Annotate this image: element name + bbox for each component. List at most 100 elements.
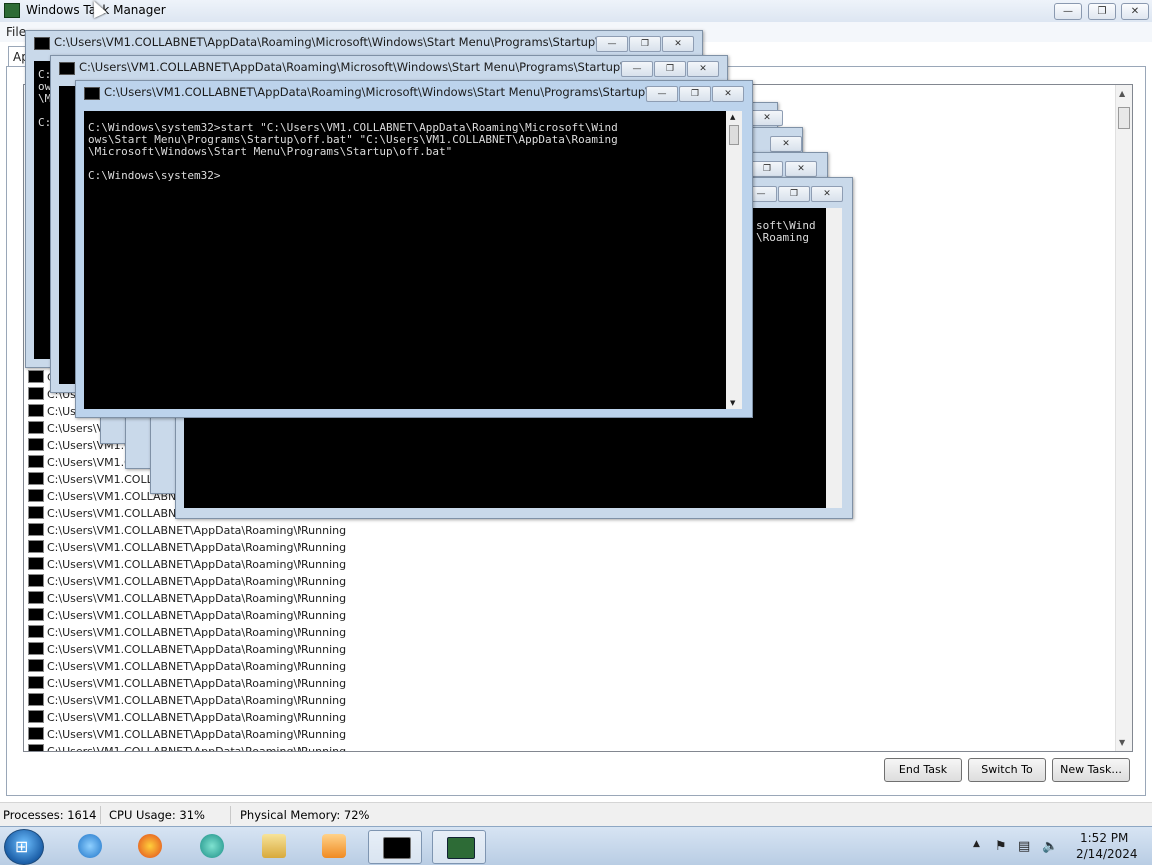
maximize-icon[interactable]: ❐ (778, 186, 810, 202)
end-task-button[interactable]: End Task (884, 758, 962, 782)
task-name: C:\Users\VM1.COLLABNET\AppData\Roaming\M… (47, 557, 301, 571)
console-icon (28, 522, 44, 536)
table-row[interactable]: C:\Users\VM1.COLLABNET\AppData\Roaming\M… (28, 708, 358, 725)
close-icon[interactable]: ✕ (770, 136, 802, 152)
close-icon[interactable]: ✕ (662, 36, 694, 52)
table-row[interactable]: C:\Users\VM1.COLLABNET\AppData\Roaming\M… (28, 657, 358, 674)
media-player-icon (322, 834, 346, 858)
console-icon (34, 37, 50, 50)
close-button[interactable]: ✕ (1121, 3, 1149, 20)
task-name: C:\Users\VM1.COLLABNET\AppData\Roaming\M… (47, 676, 301, 690)
task-status: Running (301, 710, 347, 724)
console-window-active[interactable]: C:\Users\VM1.COLLABNET\AppData\Roaming\M… (75, 80, 753, 418)
physical-memory: Physical Memory: 72% (240, 808, 370, 822)
task-name: C:\Users\VM1.COLLABNET\AppData\Roaming\M… (47, 625, 301, 639)
media-player-button[interactable] (308, 830, 360, 862)
console-icon (28, 658, 44, 672)
table-row[interactable]: C:\Users\VM1.COLLABNET\AppData\Roaming\M… (28, 606, 358, 623)
console-icon (84, 87, 100, 100)
new-task-button[interactable]: New Task... (1052, 758, 1130, 782)
table-row[interactable]: C:\Users\VM1.COLLABNET\AppData\Roaming\M… (28, 691, 358, 708)
task-name: C:\Users\VM1.COLLABNET\AppData\Roaming\M… (47, 744, 301, 752)
taskbar: ⊞ ▲ ⚑ ▤ 🔈 1:52 PM 2/14/2024 (0, 826, 1152, 865)
task-status: Running (301, 659, 347, 673)
task-name: C:\Users\VM1.COLLABNET\AppData\Roaming\M… (47, 693, 301, 707)
task-status: Running (301, 523, 347, 537)
maximize-icon[interactable]: ❐ (751, 161, 783, 177)
close-icon[interactable]: ✕ (811, 186, 843, 202)
console-icon (28, 454, 44, 468)
table-row[interactable]: C:\Users\VM1.COLLABNET\AppData\Roaming\M… (28, 521, 358, 538)
maximize-icon[interactable]: ❐ (629, 36, 661, 52)
table-row[interactable]: C:\Users\VM1.COLLABNET\AppData\Roaming\M… (28, 555, 358, 572)
maximize-button[interactable]: ❐ (1088, 3, 1116, 20)
processes-count: Processes: 1614 (3, 808, 97, 822)
close-icon[interactable]: ✕ (712, 86, 744, 102)
table-row[interactable]: C:\Users\VM1.COLLABNET\AppData\Roaming\M… (28, 538, 358, 555)
console-icon (28, 641, 44, 655)
console-icon (28, 420, 44, 434)
scroll-down-icon[interactable]: ▼ (730, 399, 735, 407)
console-icon (28, 624, 44, 638)
app-button[interactable] (186, 830, 238, 862)
maximize-icon[interactable]: ❐ (679, 86, 711, 102)
console-icon (28, 556, 44, 570)
table-row[interactable]: C:\Users\VM1.COLLABNET\AppData\Roaming\M… (28, 742, 358, 752)
table-row[interactable]: C:\Users\VM1.COLLABNET\AppData\Roaming\M… (28, 589, 358, 606)
console-body[interactable]: C:\Windows\system32>start "C:\Users\VM1.… (84, 111, 726, 409)
menu-file[interactable]: File (6, 25, 26, 39)
console-icon (59, 62, 75, 75)
console-scrollbar[interactable]: ▲ ▼ (726, 111, 742, 409)
minimize-icon[interactable]: — (621, 61, 653, 77)
table-row[interactable]: C:\Users\VM1.COLLABNET\AppData\Roaming\M… (28, 623, 358, 640)
minimize-button[interactable]: — (1054, 3, 1082, 20)
clock-time[interactable]: 1:52 PM (1080, 831, 1128, 845)
console-icon (28, 726, 44, 740)
table-row[interactable]: C:\Users\VM1.COLLABNET\AppData\Roaming\M… (28, 725, 358, 742)
volume-muted-icon[interactable]: 🔈 (1042, 839, 1058, 854)
console-window-title: C:\Users\VM1.COLLABNET\AppData\Roaming\M… (104, 85, 661, 99)
task-manager-titlebar[interactable]: Windows Task Manager — ❐ ✕ (0, 0, 1152, 22)
minimize-icon[interactable]: — (646, 86, 678, 102)
close-icon[interactable]: ✕ (785, 161, 817, 177)
console-output: C:\Windows\system32>start "C:\Users\VM1.… (88, 121, 618, 182)
task-status: Running (301, 591, 347, 605)
scroll-down-icon[interactable]: ▼ (1119, 738, 1125, 747)
scroll-up-icon[interactable]: ▲ (730, 113, 735, 121)
action-center-flag-icon[interactable]: ⚑ (995, 839, 1007, 854)
task-name: C:\Users\VM1.COLLABNET\AppData\Roaming\M… (47, 727, 301, 741)
scroll-up-icon[interactable]: ▲ (1119, 89, 1125, 98)
task-manager-icon (447, 837, 475, 859)
cmd-taskbar-button[interactable] (368, 830, 422, 864)
task-name: C:\Users\VM1.COLLABNET\AppData\Roaming\M… (47, 574, 301, 588)
console-scrollbar[interactable] (826, 208, 842, 508)
table-row[interactable]: C:\Users\VM1.COLLABNET\AppData\Roaming\M… (28, 572, 358, 589)
close-icon[interactable]: ✕ (751, 110, 783, 126)
minimize-icon[interactable]: — (596, 36, 628, 52)
task-manager-taskbar-button[interactable] (432, 830, 486, 864)
switch-to-button[interactable]: Switch To (968, 758, 1046, 782)
table-row[interactable]: C:\Users\VM1.COLLABNET\AppData\Roaming\M… (28, 674, 358, 691)
console-icon (28, 675, 44, 689)
console-window-title: C:\Users\VM1.COLLABNET\AppData\Roaming\M… (54, 35, 611, 49)
explorer-button[interactable] (248, 830, 300, 862)
scroll-thumb[interactable] (729, 125, 739, 145)
task-manager-icon (4, 3, 20, 18)
task-status: Running (301, 676, 347, 690)
firefox-button[interactable] (124, 830, 176, 862)
task-status: Running (301, 625, 347, 639)
scroll-thumb[interactable] (1118, 107, 1130, 129)
console-icon (28, 437, 44, 451)
internet-explorer-button[interactable] (64, 830, 116, 862)
show-hidden-icons-icon[interactable]: ▲ (973, 839, 980, 849)
clock-date[interactable]: 2/14/2024 (1076, 847, 1138, 861)
table-row[interactable]: C:\Users\VM1.COLLABNET\AppData\Roaming\M… (28, 640, 358, 657)
maximize-icon[interactable]: ❐ (654, 61, 686, 77)
network-icon[interactable]: ▤ (1018, 839, 1030, 854)
task-status: Running (301, 574, 347, 588)
task-status: Running (301, 727, 347, 741)
internet-explorer-icon (78, 834, 102, 858)
start-button[interactable]: ⊞ (4, 829, 44, 865)
close-icon[interactable]: ✕ (687, 61, 719, 77)
task-list-scrollbar[interactable]: ▲ ▼ (1115, 85, 1132, 751)
